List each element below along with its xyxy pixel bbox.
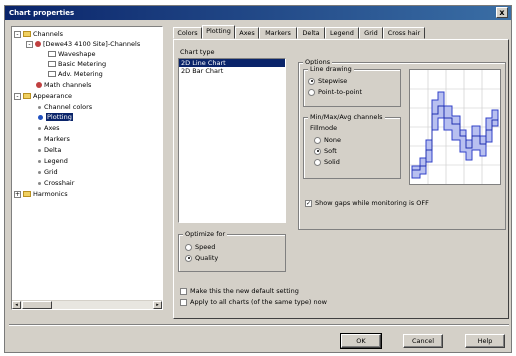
tab-axes[interactable]: Axes	[235, 27, 259, 39]
minmax-group: Min/Max/Avg channels Fillmode None Soft …	[303, 113, 401, 179]
plotting-tab-panel: Chart type 2D Line Chart 2D Bar Chart Op…	[173, 39, 509, 319]
chart-type-list[interactable]: 2D Line Chart 2D Bar Chart	[178, 58, 286, 223]
tree-item-markers[interactable]: Markers	[36, 135, 70, 144]
checkbox-icon[interactable]	[180, 298, 187, 306]
scroll-right-icon[interactable]: ▸	[153, 301, 162, 309]
tree-item-basic-metering[interactable]: Basic Metering	[48, 60, 106, 69]
tree-item-math-channels[interactable]: Math channels	[36, 81, 91, 90]
bullet-icon	[38, 137, 41, 141]
tree-item-channel-colors[interactable]: Channel colors	[36, 103, 92, 112]
bullet-icon	[38, 148, 41, 152]
bullet-icon	[38, 126, 41, 130]
radio-icon[interactable]	[314, 158, 321, 166]
tab-delta[interactable]: Delta	[297, 27, 325, 39]
radio-icon[interactable]	[308, 88, 315, 96]
tab-cross-hair[interactable]: Cross hair	[383, 27, 425, 39]
tree-item-delta[interactable]: Delta	[36, 146, 61, 155]
fill-solid-radio[interactable]: Solid	[314, 158, 340, 167]
tree-item-plotting[interactable]: Plotting	[36, 113, 73, 122]
preview-chart-icon	[410, 70, 500, 184]
default-setting-checkbox[interactable]: Make this the new default setting	[180, 287, 299, 296]
tree-horizontal-scrollbar[interactable]: ◂ ▸	[12, 300, 162, 309]
checkbox-icon[interactable]	[180, 287, 187, 295]
radio-selected-icon[interactable]	[185, 254, 192, 262]
collapse-icon[interactable]: -	[14, 30, 21, 38]
tab-colors[interactable]: Colors	[173, 27, 202, 39]
window-title: Chart properties	[9, 9, 75, 17]
checkbox-checked-icon[interactable]: ✓	[305, 199, 312, 207]
tree-item-axes[interactable]: Axes	[36, 124, 59, 133]
tree-item-dewe-channels[interactable]: - [Dewe43 4100 Site]-Channels	[26, 40, 140, 49]
optimize-quality-radio[interactable]: Quality	[185, 254, 218, 263]
tree-item-channels[interactable]: - Channels	[14, 30, 63, 39]
plot-preview	[409, 69, 501, 185]
fillmode-label: Fillmode	[310, 124, 338, 132]
tab-grid[interactable]: Grid	[359, 27, 383, 39]
chart-type-group: Chart type 2D Line Chart 2D Bar Chart	[178, 48, 288, 225]
minmax-title: Min/Max/Avg channels	[308, 113, 385, 122]
bullet-icon	[38, 114, 43, 120]
title-bar: Chart properties x	[5, 6, 511, 20]
bullet-icon	[38, 159, 41, 163]
tree-item-adv-metering[interactable]: Adv. Metering	[48, 70, 103, 79]
document-icon	[48, 71, 56, 77]
line-drawing-title: Line drawing	[308, 65, 354, 74]
tab-markers[interactable]: Markers	[259, 27, 297, 39]
bullet-icon	[38, 181, 41, 185]
show-gaps-checkbox[interactable]: ✓ Show gaps while monitoring is OFF	[305, 199, 429, 208]
bullet-icon	[38, 170, 41, 174]
document-icon	[48, 51, 56, 57]
close-button[interactable]: x	[496, 7, 508, 18]
optimize-speed-radio[interactable]: Speed	[185, 243, 215, 252]
folder-icon	[23, 93, 31, 99]
scroll-thumb[interactable]	[22, 301, 52, 309]
expand-icon[interactable]: +	[14, 190, 21, 198]
folder-icon	[23, 31, 31, 37]
bullet-icon	[38, 105, 41, 109]
cancel-button[interactable]: Cancel	[403, 334, 443, 348]
optimize-title: Optimize for	[183, 230, 228, 239]
chart-type-title: Chart type	[180, 48, 215, 56]
collapse-icon[interactable]: -	[14, 92, 21, 100]
tree-item-grid[interactable]: Grid	[36, 168, 58, 177]
channel-icon	[35, 41, 41, 47]
radio-selected-icon[interactable]	[314, 147, 321, 155]
ok-button[interactable]: OK	[340, 333, 382, 349]
tab-legend[interactable]: Legend	[325, 27, 359, 39]
tree-item-appearance[interactable]: - Appearance	[14, 92, 72, 101]
line-stepwise-radio[interactable]: Stepwise	[308, 77, 347, 86]
line-drawing-group: Line drawing Stepwise Point-to-point	[303, 65, 401, 107]
collapse-icon[interactable]: -	[26, 40, 33, 48]
fill-none-radio[interactable]: None	[314, 136, 341, 145]
tree-item-harmonics[interactable]: + Harmonics	[14, 190, 68, 199]
options-group: Options Line drawing Stepwise Point-to-p…	[298, 58, 506, 230]
tree-item-crosshair[interactable]: Crosshair	[36, 179, 74, 188]
document-icon	[48, 61, 56, 67]
folder-icon	[23, 191, 31, 197]
chart-type-line[interactable]: 2D Line Chart	[179, 59, 285, 67]
tab-plotting[interactable]: Plotting	[202, 25, 235, 39]
fill-soft-radio[interactable]: Soft	[314, 147, 337, 156]
tree-item-legend[interactable]: Legend	[36, 157, 68, 166]
chart-type-bar[interactable]: 2D Bar Chart	[179, 67, 285, 75]
radio-icon[interactable]	[185, 243, 192, 251]
chart-properties-window: Chart properties x - Channels - [Dewe43 41…	[4, 5, 512, 353]
tree-item-waveshape[interactable]: Waveshape	[48, 50, 95, 59]
channel-icon	[36, 82, 42, 88]
scroll-left-icon[interactable]: ◂	[12, 301, 21, 309]
footer-divider	[9, 324, 509, 326]
optimize-group: Optimize for Speed Quality	[178, 230, 286, 272]
line-point-to-point-radio[interactable]: Point-to-point	[308, 88, 362, 97]
help-button[interactable]: Help	[465, 334, 505, 348]
settings-tree[interactable]: - Channels - [Dewe43 4100 Site]-Channels W…	[11, 26, 163, 310]
apply-all-checkbox[interactable]: Apply to all charts (of the same type) n…	[180, 298, 327, 307]
radio-selected-icon[interactable]	[308, 77, 315, 85]
radio-icon[interactable]	[314, 136, 321, 144]
